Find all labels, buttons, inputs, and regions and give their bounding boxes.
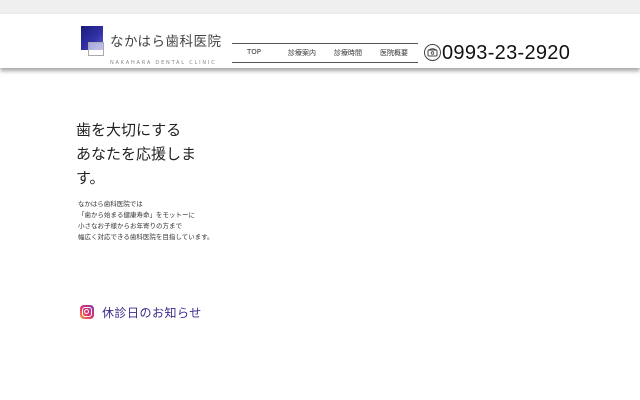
clinic-logo[interactable]: なかはら歯科医院 NAKAHARA DENTAL CLINIC — [80, 26, 222, 72]
hero-line: す。 — [76, 169, 105, 187]
logo-name: なかはら歯科医院 — [110, 34, 222, 50]
main-nav: TOP 診療案内 診療時間 医院概要 — [232, 43, 418, 63]
nav-item-top[interactable]: TOP — [247, 48, 261, 56]
hero-heading: 歯を大切にする あなたを応援しま す。 — [76, 118, 236, 190]
description-line: 小さなお子様からお年寄りの方まで — [78, 222, 182, 230]
logo-square-light — [88, 42, 104, 56]
hero-line: あなたを応援しま — [76, 145, 197, 163]
clinic-description: なかはら歯科医院では 「歯から始まる健康寿命」をモットーに 小さなお子様からお年… — [78, 199, 214, 243]
hero-line: 歯を大切にする — [76, 121, 182, 139]
nav-item-hours[interactable]: 診療時間 — [334, 48, 362, 58]
top-band — [0, 0, 640, 14]
logo-mark-icon — [80, 26, 106, 58]
site-header: なかはら歯科医院 NAKAHARA DENTAL CLINIC TOP 診療案内… — [0, 14, 640, 68]
logo-subtitle: NAKAHARA DENTAL CLINIC — [110, 60, 217, 66]
description-line: 「歯から始まる健康寿命」をモットーに — [78, 211, 195, 219]
phone-number: 0993-23-2920 — [442, 42, 571, 64]
instagram-icon — [80, 305, 94, 319]
nav-item-about[interactable]: 医院概要 — [380, 48, 408, 58]
nav-item-services[interactable]: 診療案内 — [288, 48, 316, 58]
closure-notice-label: 休診日のお知らせ — [102, 306, 202, 320]
description-line: なかはら歯科医院では — [78, 200, 143, 208]
description-line: 幅広く対応できる歯科医院を目指しています。 — [78, 233, 214, 241]
telephone-icon — [424, 44, 441, 61]
